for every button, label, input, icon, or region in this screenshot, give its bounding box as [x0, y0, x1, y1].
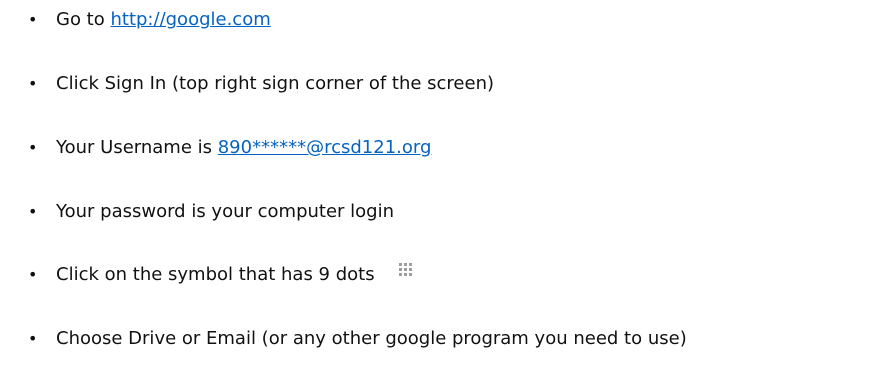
step-prefix: Your Username is	[56, 137, 218, 158]
step-text: Click Sign In (top right sign corner of …	[56, 73, 495, 94]
nine-dots-grid-icon-svg	[398, 262, 412, 276]
username-email-link[interactable]: 890******@rcsd121.org	[218, 137, 432, 158]
google-link[interactable]: http://google.com	[110, 9, 270, 30]
step-label: Click on the symbol that has 9 dots	[56, 264, 375, 285]
bullet: •	[28, 202, 38, 221]
nine-dots-grid-icon	[398, 262, 412, 276]
list-item: • Go to http://google.com	[0, 4, 890, 36]
step-text: Click on the symbol that has 9 dots	[56, 259, 412, 291]
step-text: Your password is your computer login	[56, 201, 395, 222]
bullet: •	[28, 265, 38, 284]
list-item: • Your Username is 890******@rcsd121.org	[0, 132, 890, 164]
step-text: Choose Drive or Email (or any other goog…	[56, 328, 687, 349]
bullet: •	[28, 329, 38, 348]
bullet: •	[28, 74, 38, 93]
bullet: •	[28, 138, 38, 157]
instruction-list: • Go to http://google.com • Click Sign I…	[0, 0, 890, 386]
step-text: Go to http://google.com	[56, 4, 271, 36]
bullet: •	[28, 10, 38, 29]
step-prefix: Go to	[56, 9, 111, 30]
list-item: • Choose Drive or Email (or any other go…	[0, 323, 890, 355]
step-text: Your Username is 890******@rcsd121.org	[56, 132, 431, 164]
list-item: • Click on the symbol that has 9 dots	[0, 259, 890, 291]
list-item: • Click Sign In (top right sign corner o…	[0, 68, 890, 100]
list-item: • Your password is your computer login	[0, 196, 890, 228]
